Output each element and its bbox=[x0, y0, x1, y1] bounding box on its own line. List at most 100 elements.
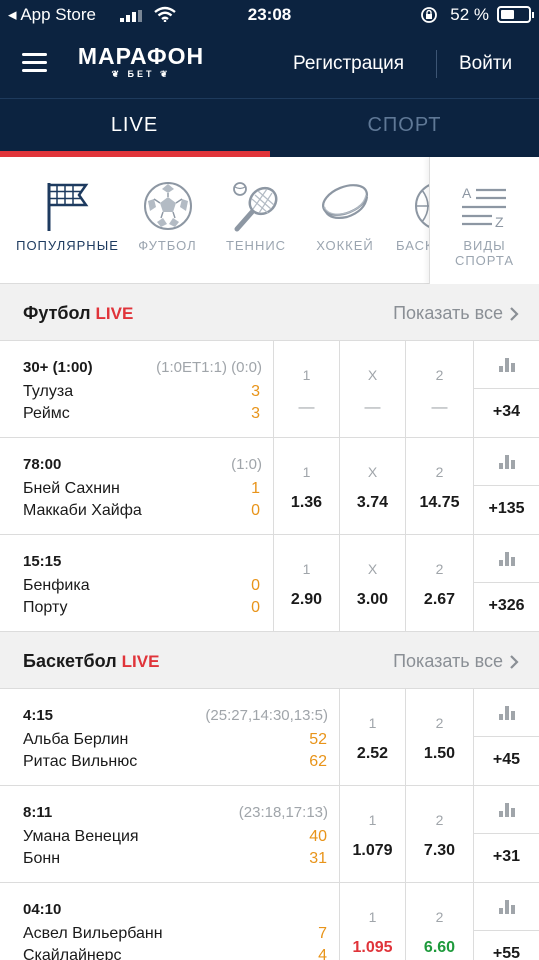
score-away: 31 bbox=[309, 850, 327, 867]
event-time: 30+ (1:00) bbox=[23, 359, 93, 376]
bar-chart-icon bbox=[499, 706, 515, 720]
show-all-link[interactable]: Показать все bbox=[393, 651, 503, 672]
section-header-football: Футбол LIVE Показать все bbox=[0, 284, 539, 341]
category-label: ХОККЕЙ bbox=[316, 238, 374, 253]
logo[interactable]: МАРАФОН ❦ БЕТ ❦ bbox=[76, 44, 206, 80]
team-away: Порту bbox=[23, 599, 68, 616]
odd-value: 1.50 bbox=[423, 745, 456, 762]
soccer-ball-icon bbox=[143, 182, 192, 230]
event-row[interactable]: 04:10 Асвел Вильербанн Скайлайнерс 7 4 1… bbox=[0, 883, 539, 960]
stats-button[interactable] bbox=[474, 786, 539, 833]
bar-chart-icon bbox=[499, 803, 515, 817]
more-markets-button[interactable]: +34 bbox=[474, 388, 539, 438]
nav-bar: МАРАФОН ❦ БЕТ ❦ Регистрация Войти bbox=[0, 30, 539, 98]
all-sports-button[interactable]: A Z ВИДЫ СПОРТА bbox=[429, 157, 539, 284]
event-time: 04:10 bbox=[23, 901, 62, 918]
event-row[interactable]: 30+ (1:00) (1:0ET1:1) (0:0) Тулуза Реймс… bbox=[0, 341, 539, 438]
odd-value: 14.75 bbox=[419, 494, 460, 511]
chevron-right-icon[interactable] bbox=[509, 306, 519, 322]
stats-column: +31 bbox=[473, 786, 539, 883]
divider bbox=[436, 50, 437, 78]
event-period-scores: (25:27,14:30,13:5) bbox=[205, 707, 328, 724]
event-row[interactable]: 4:15 (25:27,14:30,13:5) Альба Берлин Рит… bbox=[0, 689, 539, 786]
stats-column: +34 bbox=[473, 341, 539, 438]
odd-cell-2[interactable]: 2 14.75 bbox=[405, 438, 473, 535]
odd-cell-1[interactable]: 1 1.079 bbox=[339, 786, 405, 883]
app-header: ◂ App Store 23:08 52 % МАРАФОН ❦ БЕТ ❦ Р… bbox=[0, 0, 539, 157]
event-row[interactable]: 15:15 Бенфика Порту 0 0 1 2.90 X 3.00 2 2.6… bbox=[0, 535, 539, 632]
chevron-right-icon[interactable] bbox=[509, 654, 519, 670]
odd-cell-1[interactable]: 1— bbox=[273, 341, 339, 438]
stats-button[interactable] bbox=[474, 689, 539, 736]
tab-sport[interactable]: СПОРТ bbox=[270, 99, 539, 158]
odd-cell-1[interactable]: 1 1.095 bbox=[339, 883, 405, 960]
logo-main: МАРАФОН bbox=[77, 43, 205, 69]
section-header-basketball: Баскетбол LIVE Показать все bbox=[0, 632, 539, 689]
odd-cell-x[interactable]: X — bbox=[339, 341, 405, 438]
live-badge: LIVE bbox=[95, 304, 134, 323]
odd-header: 1 bbox=[368, 909, 377, 925]
login-button[interactable]: Войти bbox=[459, 53, 512, 75]
category-football[interactable]: ФУТБОЛ bbox=[125, 157, 210, 284]
more-markets-button[interactable]: +31 bbox=[474, 833, 539, 883]
logo-sub: ❦ БЕТ ❦ bbox=[111, 69, 171, 79]
event-period-scores: (1:0ET1:1) (0:0) bbox=[156, 359, 262, 376]
odd-value: 3.00 bbox=[356, 591, 389, 608]
odd-cell-2[interactable]: 2 6.60 bbox=[405, 883, 473, 960]
stats-button[interactable] bbox=[474, 535, 539, 582]
score-home: 7 bbox=[318, 925, 327, 942]
category-tennis[interactable]: ТЕННИС bbox=[212, 157, 300, 284]
event-row[interactable]: 78:00 (1:0) Бней Сахнин Маккаби Хайфа 1 … bbox=[0, 438, 539, 535]
event-time: 78:00 bbox=[23, 456, 62, 473]
category-popular[interactable]: ПОПУЛЯРНЫЕ bbox=[10, 157, 125, 284]
tab-live[interactable]: LIVE bbox=[0, 99, 269, 158]
odd-header: 2 bbox=[435, 367, 444, 383]
bar-chart-icon bbox=[499, 455, 515, 469]
score-home: 3 bbox=[251, 383, 260, 400]
category-label: ТЕННИС bbox=[225, 238, 287, 253]
score-home: 52 bbox=[309, 731, 327, 748]
odd-cell-2[interactable]: 2 2.67 bbox=[405, 535, 473, 632]
stats-column: +55 bbox=[473, 883, 539, 960]
odd-cell-x[interactable]: X 3.74 bbox=[339, 438, 405, 535]
odd-value: 2.67 bbox=[423, 591, 456, 608]
orientation-lock-icon bbox=[421, 7, 437, 23]
odd-cell-2[interactable]: 2 7.30 bbox=[405, 786, 473, 883]
odd-cell-1[interactable]: 1 1.36 bbox=[273, 438, 339, 535]
score-home: 40 bbox=[309, 828, 327, 845]
live-badge: LIVE bbox=[121, 652, 160, 671]
odd-cell-1[interactable]: 1 2.52 bbox=[339, 689, 405, 786]
odd-value: — bbox=[431, 399, 448, 416]
category-label: ПОПУЛЯРНЫЕ bbox=[16, 238, 119, 253]
show-all-link[interactable]: Показать все bbox=[393, 303, 503, 324]
stats-column: +45 bbox=[473, 689, 539, 786]
odd-cell-1[interactable]: 1 2.90 bbox=[273, 535, 339, 632]
odd-header: X bbox=[367, 464, 378, 480]
more-markets-button[interactable]: +55 bbox=[474, 930, 539, 960]
menu-icon[interactable] bbox=[22, 53, 47, 73]
event-row[interactable]: 8:11 (23:18,17:13) Умана Венеция Бонн 40… bbox=[0, 786, 539, 883]
odd-cell-2[interactable]: 2 1.50 bbox=[405, 689, 473, 786]
tennis-racket-icon bbox=[233, 182, 278, 232]
odd-header: X bbox=[367, 561, 378, 577]
odd-header: 1 bbox=[368, 812, 377, 828]
more-markets-button[interactable]: +135 bbox=[474, 485, 539, 535]
event-time: 4:15 bbox=[23, 707, 54, 724]
odd-header: 1 bbox=[302, 464, 311, 480]
score-away: 0 bbox=[251, 502, 260, 519]
more-markets-button[interactable]: +45 bbox=[474, 736, 539, 786]
stats-button[interactable] bbox=[474, 438, 539, 485]
odd-cell-x[interactable]: X 3.00 bbox=[339, 535, 405, 632]
list-icon: A Z bbox=[462, 185, 506, 229]
more-markets-button[interactable]: +326 bbox=[474, 582, 539, 632]
odd-value: 3.74 bbox=[356, 494, 389, 511]
category-hockey[interactable]: ХОККЕЙ bbox=[300, 157, 390, 284]
odd-cell-2[interactable]: 2— bbox=[405, 341, 473, 438]
stats-button[interactable] bbox=[474, 341, 539, 388]
register-button[interactable]: Регистрация bbox=[293, 53, 404, 75]
stats-column: +326 bbox=[473, 535, 539, 632]
event-time: 8:11 bbox=[23, 804, 53, 821]
team-away: Ритас Вильнюс bbox=[23, 753, 138, 770]
section-title: Баскетбол LIVE bbox=[23, 651, 160, 671]
stats-button[interactable] bbox=[474, 883, 539, 930]
